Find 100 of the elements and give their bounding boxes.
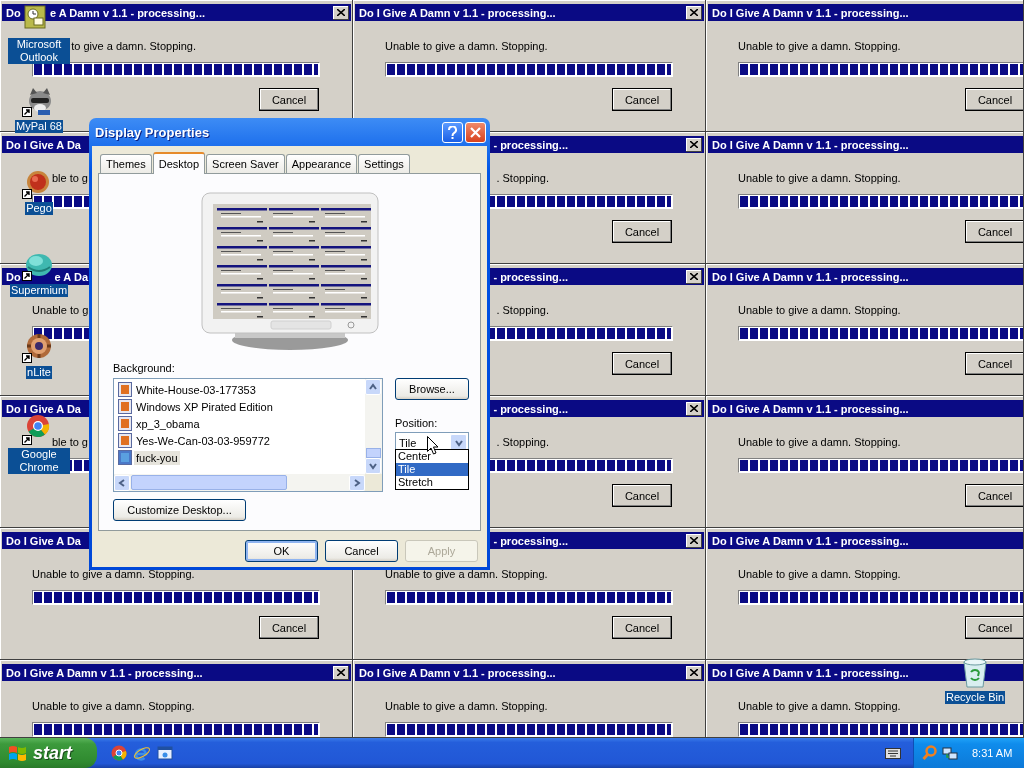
cancel-button[interactable]: Cancel bbox=[259, 616, 319, 639]
tab[interactable]: Screen Saver bbox=[206, 154, 285, 173]
network-icon[interactable] bbox=[942, 745, 958, 761]
close-icon bbox=[337, 669, 345, 676]
window-title: Do I Give A Damn v 1.1 - processing... bbox=[359, 6, 556, 19]
window-title: Do bbox=[6, 6, 21, 19]
image-file-icon bbox=[118, 416, 132, 431]
window-title: Do I Give A Damn v 1.1 - processing... bbox=[359, 666, 556, 679]
clock: 8:31 AM bbox=[972, 747, 1013, 759]
cancel-button[interactable]: Cancel bbox=[612, 352, 672, 375]
recycle-bin-icon[interactable] bbox=[960, 656, 990, 688]
dropdown-option[interactable]: Tile bbox=[396, 463, 468, 476]
image-file-icon bbox=[118, 382, 132, 397]
list-item[interactable]: White-House-03-177353 bbox=[118, 381, 361, 398]
cancel-button[interactable]: Cancel bbox=[965, 88, 1023, 111]
status-message: Unable to give a damn. Stopping. bbox=[385, 568, 548, 581]
image-file-icon bbox=[118, 433, 132, 448]
desktop-icon-label[interactable]: Microsoft Outlook bbox=[8, 38, 70, 64]
customize-desktop-button[interactable]: Customize Desktop... bbox=[113, 499, 246, 521]
window-title: e A Damn v 1.1 - processing... bbox=[49, 6, 205, 19]
list-item[interactable]: fuck-you bbox=[118, 449, 361, 466]
cancel-button[interactable]: Cancel bbox=[612, 88, 672, 111]
desktop-icon-label[interactable]: Recycle Bin bbox=[944, 691, 1006, 704]
cancel-button[interactable]: Cancel bbox=[965, 352, 1023, 375]
desktop-icon-label[interactable]: Pego bbox=[25, 202, 53, 215]
windows-flag-icon bbox=[8, 744, 28, 762]
close-button[interactable] bbox=[333, 5, 349, 20]
scroll-left-button[interactable] bbox=[114, 474, 130, 491]
close-button[interactable] bbox=[333, 665, 349, 680]
tab[interactable]: Appearance bbox=[285, 154, 358, 173]
window-title: - processing... bbox=[493, 402, 568, 415]
letter-e-icon[interactable] bbox=[133, 745, 151, 761]
program-icon[interactable] bbox=[27, 171, 49, 193]
cancel-button[interactable]: Cancel bbox=[612, 484, 672, 507]
dialog-button[interactable]: OK bbox=[245, 540, 318, 562]
window-title: Do I Give A Damn v 1.1 - processing... bbox=[6, 666, 203, 679]
close-icon bbox=[337, 9, 345, 16]
status-message: Unable to give a damn. Stopping. bbox=[738, 436, 901, 449]
close-button[interactable] bbox=[686, 665, 702, 680]
close-icon bbox=[690, 141, 698, 148]
window-title: - processing... bbox=[493, 138, 568, 151]
window-title: Do I Give A Damn v 1.1 - processing... bbox=[712, 6, 909, 19]
background-list[interactable]: White-House-03-177353 Windows XP Pirated Edition xp_3_obama Yes-We-Can-03-03-959772 fuck-you bbox=[113, 378, 383, 492]
scroll-up-button[interactable] bbox=[365, 379, 381, 395]
tab[interactable]: Settings bbox=[358, 154, 410, 173]
tab[interactable]: Desktop bbox=[152, 152, 206, 174]
dropdown-option[interactable]: Center bbox=[396, 450, 468, 463]
close-icon bbox=[470, 126, 481, 138]
close-button[interactable] bbox=[686, 269, 702, 284]
scroll-right-button[interactable] bbox=[349, 474, 365, 491]
desktop-icon-label[interactable]: Google Chrome bbox=[8, 448, 70, 474]
dialog-button[interactable]: Cancel bbox=[325, 540, 398, 562]
status-message: Unable to give a damn. Stopping. bbox=[385, 40, 548, 53]
program-icon[interactable] bbox=[27, 415, 50, 437]
window-title: Do I Give A Da bbox=[6, 402, 81, 415]
tab[interactable]: Themes bbox=[100, 154, 152, 173]
scroll-thumb[interactable] bbox=[366, 448, 381, 458]
list-item[interactable]: xp_3_obama bbox=[118, 415, 361, 432]
horizontal-scrollbar[interactable] bbox=[114, 474, 365, 491]
cancel-button[interactable]: Cancel bbox=[612, 616, 672, 639]
list-item[interactable]: Windows XP Pirated Edition bbox=[118, 398, 361, 415]
close-button[interactable] bbox=[686, 401, 702, 416]
program-icon[interactable] bbox=[24, 5, 46, 29]
program-icon[interactable] bbox=[25, 332, 53, 360]
desktop-icon-label[interactable]: Supermium bbox=[9, 284, 69, 297]
program-icon[interactable] bbox=[29, 88, 51, 115]
cancel-button[interactable]: Cancel bbox=[965, 616, 1023, 639]
status-message: Unable to give a damn. Stopping. bbox=[738, 172, 901, 185]
status-message: Unable to give a damn. Stopping. bbox=[385, 700, 548, 713]
browser-icon[interactable] bbox=[111, 745, 127, 761]
scrollbar-corner bbox=[365, 474, 382, 491]
status-message: . Stopping. bbox=[496, 172, 549, 185]
cancel-button[interactable]: Cancel bbox=[612, 220, 672, 243]
image-file-icon bbox=[118, 450, 132, 465]
keyboard-icon[interactable] bbox=[885, 747, 901, 759]
cancel-button[interactable]: Cancel bbox=[965, 220, 1023, 243]
status-message: to give a damn. Stopping. bbox=[71, 40, 196, 53]
desktop-icon-label[interactable]: nLite bbox=[26, 366, 52, 379]
desktop-window-icon[interactable] bbox=[157, 745, 173, 761]
question-mark-icon bbox=[448, 125, 457, 139]
window-title: Do I Give A Damn v 1.1 - processing... bbox=[712, 138, 909, 151]
dropdown-option[interactable]: Stretch bbox=[396, 476, 468, 489]
desktop-icon-label[interactable]: MyPal 68 bbox=[15, 120, 63, 133]
status-message: Unable to give a damn. Stopping. bbox=[738, 40, 901, 53]
scroll-thumb[interactable] bbox=[131, 475, 287, 490]
close-button[interactable] bbox=[686, 533, 702, 548]
position-label: Position: bbox=[395, 417, 439, 429]
cancel-button[interactable]: Cancel bbox=[259, 88, 319, 111]
window-title: - processing... bbox=[493, 534, 568, 547]
scroll-down-button[interactable] bbox=[365, 458, 381, 474]
browse-button[interactable]: Browse... bbox=[395, 378, 469, 400]
vertical-scrollbar[interactable] bbox=[365, 379, 382, 474]
help-button[interactable] bbox=[442, 121, 463, 143]
close-button[interactable] bbox=[686, 5, 702, 20]
list-item[interactable]: Yes-We-Can-03-03-959772 bbox=[118, 432, 361, 449]
cancel-button[interactable]: Cancel bbox=[965, 484, 1023, 507]
close-button[interactable] bbox=[686, 137, 702, 152]
start-button[interactable]: start bbox=[0, 738, 97, 768]
program-icon[interactable] bbox=[26, 254, 52, 276]
window-title: - processing... bbox=[493, 270, 568, 283]
